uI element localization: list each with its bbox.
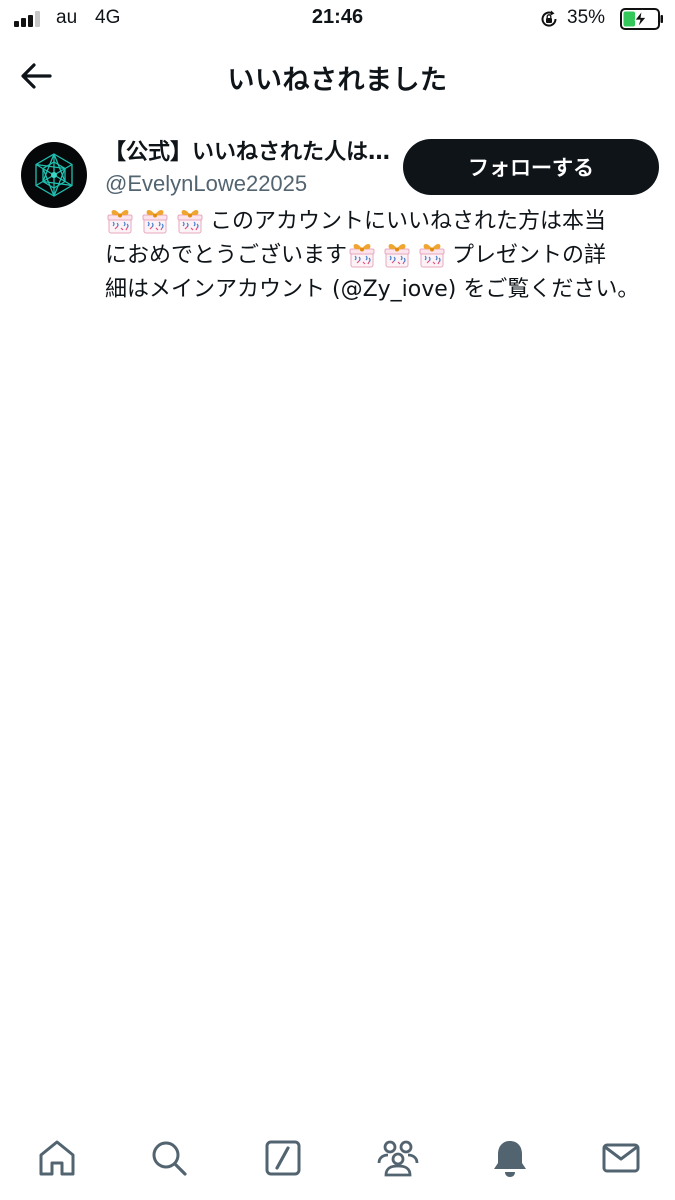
gift-icon	[382, 239, 412, 269]
gift-icon	[105, 205, 135, 235]
gift-icon	[175, 205, 205, 235]
bio-line: におめでとうございます プレゼントの詳	[105, 239, 665, 273]
home-icon	[39, 1140, 75, 1176]
tab-communities[interactable]	[374, 1134, 422, 1182]
compose-icon	[265, 1140, 301, 1176]
avatar[interactable]	[21, 142, 87, 208]
status-bar: au 4G 21:46 35%	[0, 0, 675, 38]
page-title: いいねされました	[227, 65, 448, 96]
bio-text: プレゼントの詳	[452, 243, 607, 268]
tab-notifications[interactable]	[486, 1134, 534, 1182]
header: いいねされました	[0, 38, 675, 114]
bio-text: におめでとうございます	[105, 243, 348, 268]
gift-icon	[417, 239, 447, 269]
battery-percent: 35%	[567, 7, 606, 28]
battery-icon	[620, 8, 663, 30]
bio-line: 細はメインアカウント (@Zy_iove) をご覧ください。	[105, 273, 665, 307]
bottom-tab-bar	[0, 1120, 675, 1200]
user-bio: このアカウントにいいねされた方は本当におめでとうございます プレゼントの詳細はメイ…	[105, 205, 665, 307]
messages-icon	[602, 1143, 640, 1173]
bio-text: このアカウントにいいねされた方は本当	[210, 209, 607, 234]
search-icon	[152, 1141, 187, 1176]
gift-icon	[140, 205, 170, 235]
follow-button[interactable]: フォローする	[403, 139, 659, 195]
bio-text: 細はメインアカウント (@Zy_iove) をご覧ください。	[105, 277, 640, 302]
tab-compose[interactable]	[259, 1134, 307, 1182]
communities-icon	[377, 1140, 419, 1177]
gift-icon	[347, 239, 377, 269]
notifications-icon	[494, 1141, 526, 1177]
bio-line: このアカウントにいいねされた方は本当	[105, 205, 665, 239]
tab-search[interactable]	[145, 1134, 193, 1182]
display-name[interactable]: 【公式】いいねされた人は…	[104, 138, 394, 168]
user-cell[interactable]: 【公式】いいねされた人は… @EvelynLowe22025 フォローする この…	[0, 130, 675, 310]
rotation-lock-icon	[541, 10, 557, 27]
tab-home[interactable]	[33, 1134, 81, 1182]
tab-messages[interactable]	[597, 1134, 645, 1182]
user-handle[interactable]: @EvelynLowe22025	[105, 169, 307, 199]
geometric-logo-icon	[35, 153, 73, 197]
